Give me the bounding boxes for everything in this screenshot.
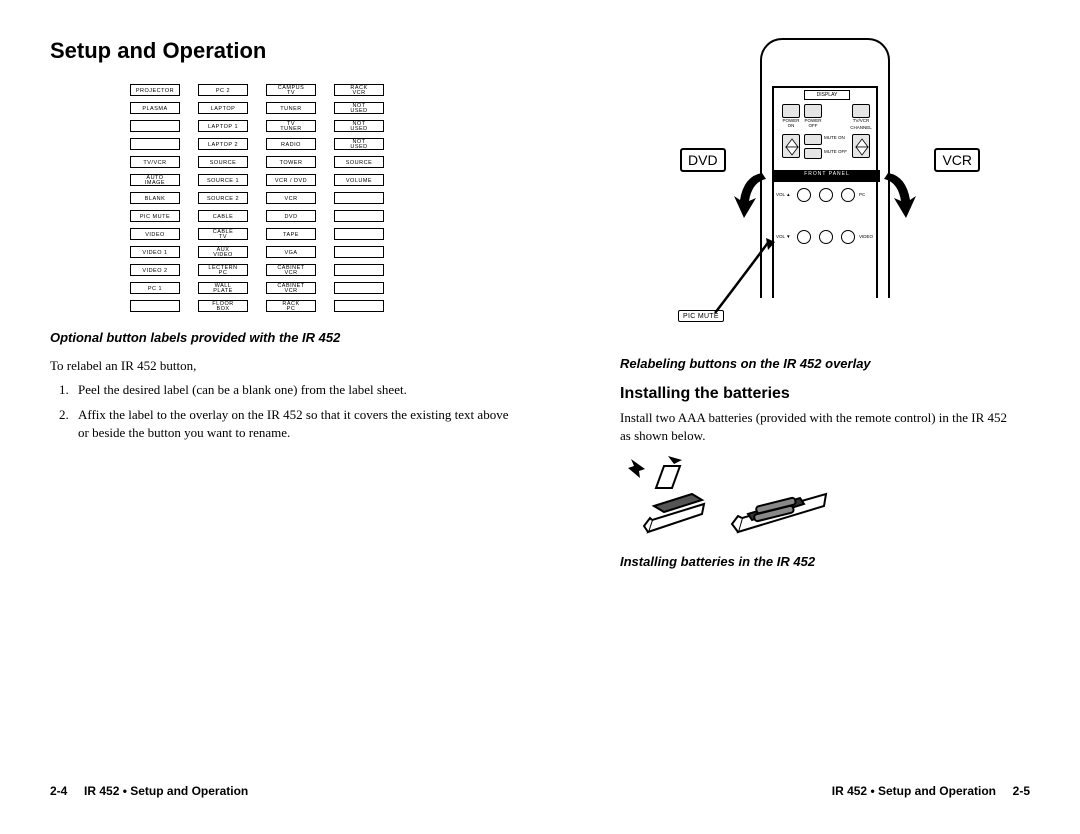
caption-left: Optional button labels provided with the… [50, 330, 520, 345]
button-label [334, 228, 384, 240]
vcr-label: VCR [934, 148, 980, 172]
button-label: RACKPC [266, 300, 316, 312]
button-label: CABINETVCR [266, 282, 316, 294]
button-label: DVD [266, 210, 316, 222]
button-label: AUTOIMAGE [130, 174, 180, 186]
button-label: SOURCE 1 [198, 174, 248, 186]
dvd-label: DVD [680, 148, 726, 172]
button-label: CABLE [198, 210, 248, 222]
button-label: PROJECTOR [130, 84, 180, 96]
remote-diagram: DISPLAY POWERON POWEROFF TV/VCR MUTE ON … [660, 38, 980, 348]
relabel-intro: To relabel an IR 452 button, [50, 357, 520, 375]
button-label: PC 1 [130, 282, 180, 294]
button-label: CAMPUSTV [266, 84, 316, 96]
button-label [334, 246, 384, 258]
page-num-left: 2-4 [50, 784, 67, 798]
button-label: VIDEO 2 [130, 264, 180, 276]
button-label: TAPE [266, 228, 316, 240]
button-label: RACKVCR [334, 84, 384, 96]
button-label: TUNER [266, 102, 316, 114]
button-label: PC 2 [198, 84, 248, 96]
button-label: VOLUME [334, 174, 384, 186]
power-on-label: POWERON [780, 119, 802, 128]
button-label: VGA [266, 246, 316, 258]
button-label [334, 264, 384, 276]
caption-relabel: Relabeling buttons on the IR 452 overlay [620, 356, 1020, 371]
page-footer: 2-4 IR 452 • Setup and Operation IR 452 … [50, 784, 1030, 798]
caption-batteries: Installing batteries in the IR 452 [620, 554, 1020, 569]
button-label: RADIO [266, 138, 316, 150]
label-grid: PROJECTOR PC 2 CAMPUSTV RACKVCR PLASMA LAPTOP… [130, 84, 520, 312]
button-label: WALLPLATE [198, 282, 248, 294]
button-label: SOURCE 2 [198, 192, 248, 204]
button-label [130, 138, 180, 150]
mute-off-label: MUTE OFF [824, 150, 847, 155]
button-label: TOWER [266, 156, 316, 168]
mute-on-label: MUTE ON [824, 136, 845, 141]
button-label: SOURCE [334, 156, 384, 168]
button-label [334, 282, 384, 294]
button-label [130, 300, 180, 312]
button-label: CABINETVCR [266, 264, 316, 276]
battery-text: Install two AAA batteries (provided with… [620, 409, 1020, 444]
front-panel-label: FRONT PANEL [774, 172, 880, 177]
footer-title-right: IR 452 • Setup and Operation [832, 784, 996, 798]
video-label: VIDEO [859, 235, 873, 240]
button-label: TV/VCR [130, 156, 180, 168]
button-label [334, 210, 384, 222]
button-label: VCR / DVD [266, 174, 316, 186]
battery-diagram [620, 456, 840, 546]
relabel-steps: Peel the desired label (can be a blank o… [50, 381, 520, 442]
button-label: LAPTOP 1 [198, 120, 248, 132]
button-label: TVTUNER [266, 120, 316, 132]
heading-batteries: Installing the batteries [620, 385, 1020, 403]
button-label: NOTUSED [334, 102, 384, 114]
channel-label: CHANNEL [848, 126, 874, 131]
footer-title-left: IR 452 • Setup and Operation [84, 784, 248, 798]
tvvcr-label: TV/VCR [848, 119, 874, 124]
button-label: VIDEO 1 [130, 246, 180, 258]
button-label: LAPTOP 2 [198, 138, 248, 150]
step-item: Peel the desired label (can be a blank o… [72, 381, 520, 399]
button-label: LECTERNPC [198, 264, 248, 276]
button-label: VIDEO [130, 228, 180, 240]
display-button: DISPLAY [804, 90, 850, 100]
power-off-label: POWEROFF [802, 119, 824, 128]
page-title: Setup and Operation [50, 38, 520, 64]
button-label: PLASMA [130, 102, 180, 114]
button-label: CABLETV [198, 228, 248, 240]
button-label: LAPTOP [198, 102, 248, 114]
button-label: BLANK [130, 192, 180, 204]
button-label [130, 120, 180, 132]
button-label: VCR [266, 192, 316, 204]
button-label: SOURCE [198, 156, 248, 168]
button-label [334, 192, 384, 204]
button-label: NOTUSED [334, 138, 384, 150]
button-label [334, 300, 384, 312]
vol-up-label: VOL ▲ [776, 193, 791, 198]
button-label: NOTUSED [334, 120, 384, 132]
button-label: AUXVIDEO [198, 246, 248, 258]
page-num-right: 2-5 [1013, 784, 1030, 798]
button-label: FLOORBOX [198, 300, 248, 312]
step-item: Affix the label to the overlay on the IR… [72, 406, 520, 441]
button-label: PIC MUTE [130, 210, 180, 222]
pc-label: PC [859, 193, 865, 198]
